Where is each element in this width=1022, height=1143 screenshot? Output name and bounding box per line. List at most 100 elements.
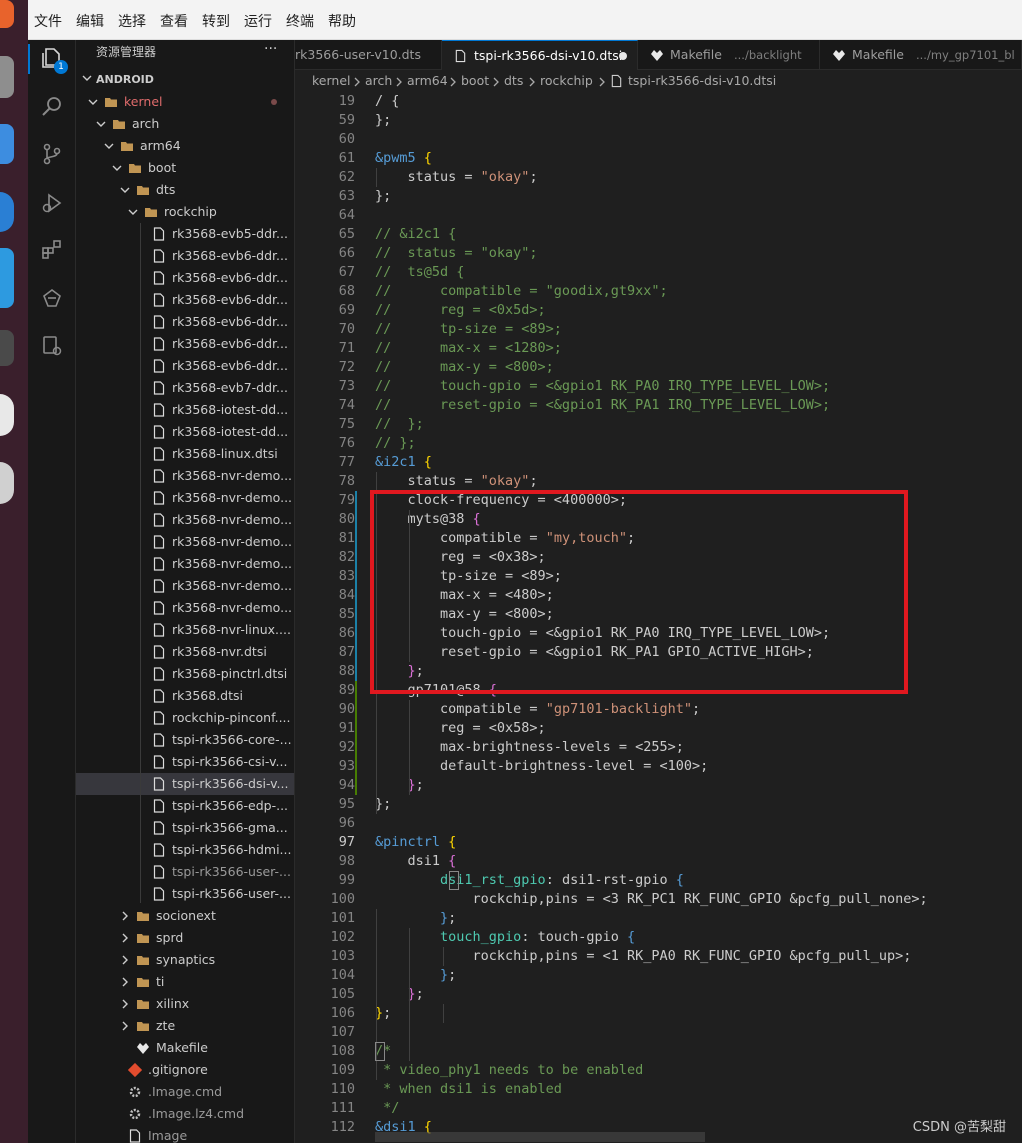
terminal-app-icon[interactable] (0, 330, 14, 366)
explorer-item[interactable]: Makefile (76, 1037, 294, 1059)
explorer-item[interactable]: .Image.cmd (76, 1081, 294, 1103)
code-line[interactable]: // touch-gpio = <&gpio1 RK_PA0 IRQ_TYPE_… (375, 377, 830, 396)
explorer-item[interactable]: .gitignore (76, 1059, 294, 1081)
explorer-item[interactable]: kernel (76, 91, 294, 113)
menu-item[interactable]: 查看 (160, 11, 188, 31)
code-line[interactable]: }; (375, 909, 456, 928)
explorer-item[interactable]: rk3568-iotest-dd... (76, 399, 294, 421)
code-line[interactable]: // &i2c1 { (375, 225, 456, 244)
explorer-item[interactable]: rk3568-nvr-demo... (76, 509, 294, 531)
code-line[interactable]: // }; (375, 434, 416, 453)
code-line[interactable]: rockchip,pins = <3 RK_PC1 RK_FUNC_GPIO &… (375, 890, 928, 909)
code-line[interactable]: compatible = "gp7101-backlight"; (375, 700, 700, 719)
code-line[interactable]: // max-x = <1280>; (375, 339, 562, 358)
test-icon[interactable] (40, 334, 64, 358)
remote-icon[interactable] (40, 286, 64, 310)
explorer-item[interactable]: synaptics (76, 949, 294, 971)
code-line[interactable]: default-brightness-level = <100>; (375, 757, 708, 776)
code-line[interactable]: }; (375, 187, 391, 206)
code-line[interactable]: // reset-gpio = <&gpio1 RK_PA1 IRQ_TYPE_… (375, 396, 830, 415)
explorer-item[interactable]: rockchip (76, 201, 294, 223)
explorer-item[interactable]: boot (76, 157, 294, 179)
breadcrumb-item[interactable]: kernel (312, 73, 351, 88)
horizontal-scrollbar[interactable] (375, 1132, 705, 1142)
explorer-item[interactable]: rk3568-evb6-ddr... (76, 245, 294, 267)
explorer-item[interactable]: Image (76, 1125, 294, 1143)
code-line[interactable]: }; (375, 1004, 391, 1023)
explorer-item[interactable]: tspi-rk3566-edp-... (76, 795, 294, 817)
code-line[interactable]: rockchip,pins = <1 RK_PA0 RK_FUNC_GPIO &… (375, 947, 912, 966)
explorer-item[interactable]: rk3568-nvr-demo... (76, 575, 294, 597)
code-line[interactable]: // compatible = "goodix,gt9xx"; (375, 282, 668, 301)
explorer-item[interactable]: rk3568-nvr-linux.... (76, 619, 294, 641)
menu-item[interactable]: 文件 (34, 11, 62, 31)
explorer-item[interactable]: rockchip-pinconf.... (76, 707, 294, 729)
code-line[interactable]: }; (375, 985, 424, 1004)
code-line[interactable]: }; (375, 776, 424, 795)
explorer-item[interactable]: rk3568-nvr-demo... (76, 465, 294, 487)
breadcrumb-item[interactable]: dts (504, 73, 523, 88)
explorer-item[interactable]: rk3568.dtsi (76, 685, 294, 707)
code-line[interactable]: * video_phy1 needs to be enabled (375, 1061, 643, 1080)
run-debug-icon[interactable] (40, 191, 64, 215)
explorer-item[interactable]: rk3568-linux.dtsi (76, 443, 294, 465)
menu-item[interactable]: 转到 (202, 11, 230, 31)
menu-item[interactable]: 编辑 (76, 11, 104, 31)
explorer-item[interactable]: tspi-rk3566-dsi-v... (76, 773, 294, 795)
explorer-item[interactable]: rk3568-nvr.dtsi (76, 641, 294, 663)
code-line[interactable]: reg = <0x58>; (375, 719, 546, 738)
code-line[interactable]: touch_gpio: touch-gpio { (375, 928, 635, 947)
breadcrumb-item[interactable]: arm64 (407, 73, 448, 88)
code-line[interactable]: }; (375, 111, 391, 130)
explorer-item[interactable]: rk3568-nvr-demo... (76, 553, 294, 575)
editor-tab[interactable]: rk3566-user-v10.dts (295, 40, 442, 70)
code-line[interactable]: max-brightness-levels = <255>; (375, 738, 684, 757)
code-line[interactable]: // status = "okay"; (375, 244, 538, 263)
code-line[interactable]: // max-y = <800>; (375, 358, 554, 377)
code-line[interactable]: * when dsi1 is enabled (375, 1080, 562, 1099)
explorer-item[interactable]: .Image.lz4.cmd (76, 1103, 294, 1125)
menu-item[interactable]: 运行 (244, 11, 272, 31)
explorer-item[interactable]: rk3568-iotest-dd... (76, 421, 294, 443)
menu-item[interactable]: 选择 (118, 11, 146, 31)
explorer-item[interactable]: rk3568-evb6-ddr... (76, 355, 294, 377)
unsaved-dot[interactable] (619, 52, 627, 60)
editor-tab[interactable]: Makefile .../backlight (638, 40, 820, 70)
explorer-item[interactable]: tspi-rk3566-csi-v... (76, 751, 294, 773)
explorer-item[interactable]: tspi-rk3566-user-... (76, 883, 294, 905)
app-icon[interactable] (0, 462, 14, 504)
menu-item[interactable]: 帮助 (328, 11, 356, 31)
code-line[interactable]: }; (375, 966, 456, 985)
explorer-item[interactable]: rk3568-pinctrl.dtsi (76, 663, 294, 685)
code-line[interactable]: // reg = <0x5d>; (375, 301, 546, 320)
explorer-item[interactable]: tspi-rk3566-core-... (76, 729, 294, 751)
explorer-item[interactable]: rk3568-nvr-demo... (76, 597, 294, 619)
code-line[interactable]: */ (375, 1099, 399, 1118)
explorer-item[interactable]: rk3568-evb6-ddr... (76, 311, 294, 333)
code-line[interactable]: status = "okay"; (375, 472, 538, 491)
code-line[interactable]: // }; (375, 415, 424, 434)
editor-tab[interactable]: Makefile .../my_gp7101_bl (820, 40, 1022, 70)
explorer-root[interactable]: ANDROID (76, 69, 294, 91)
explorer-item[interactable]: tspi-rk3566-gma... (76, 817, 294, 839)
explorer-item[interactable]: sprd (76, 927, 294, 949)
explorer-item[interactable]: tspi-rk3566-hdmi... (76, 839, 294, 861)
browser-icon[interactable] (0, 192, 14, 232)
breadcrumb-item[interactable]: arch (365, 73, 392, 88)
explorer-item[interactable]: rk3568-evb6-ddr... (76, 333, 294, 355)
explorer-item[interactable]: rk3568-evb6-ddr... (76, 289, 294, 311)
source-control-icon[interactable] (40, 142, 64, 166)
code-line[interactable]: / { (375, 92, 399, 111)
explorer-item[interactable]: rk3568-evb5-ddr... (76, 223, 294, 245)
explorer-item[interactable]: rk3568-nvr-demo... (76, 487, 294, 509)
code-line[interactable]: dsi1_rst_gpio: dsi1-rst-gpio { (375, 871, 684, 890)
explorer-more-button[interactable]: ··· (264, 41, 277, 57)
breadcrumb-item[interactable]: boot (461, 73, 489, 88)
code-line[interactable]: // tp-size = <89>; (375, 320, 562, 339)
app-icon[interactable] (0, 394, 14, 436)
explorer-item[interactable]: ti (76, 971, 294, 993)
code-line[interactable]: &i2c1 { (375, 453, 432, 472)
explorer-item[interactable]: dts (76, 179, 294, 201)
code-line[interactable]: // ts@5d { (375, 263, 464, 282)
editor-tab[interactable]: tspi-rk3566-dsi-v10.dtsi (442, 40, 638, 70)
